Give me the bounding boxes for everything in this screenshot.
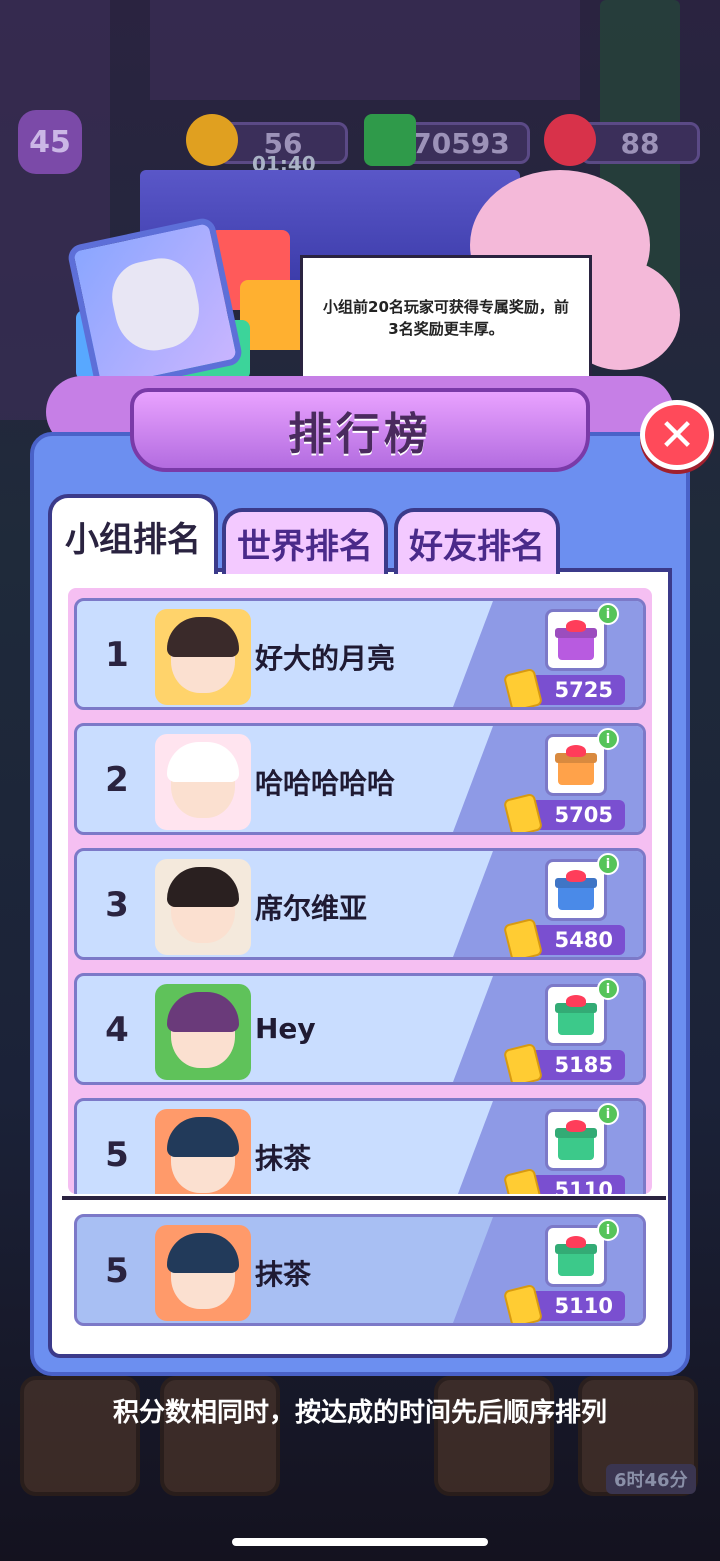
gift-icon — [554, 620, 598, 660]
gem-counter[interactable]: 88 — [580, 122, 700, 164]
player-name: 抹茶 — [255, 1142, 312, 1175]
player-name: 抹茶 — [255, 1258, 312, 1291]
home-indicator — [232, 1538, 488, 1546]
tie-rule-note: 积分数相同时，按达成的时间先后顺序排列 — [112, 1398, 607, 1428]
player-avatar[interactable] — [155, 1225, 251, 1321]
avatar-hair — [167, 867, 239, 907]
rank-number: 3 — [105, 885, 129, 925]
ranking-row[interactable]: 3 席尔维亚 i 5480 — [74, 848, 646, 960]
ranking-tabs: 小组排名 世界排名 好友排名 — [48, 494, 668, 574]
gift-icon — [554, 1236, 598, 1276]
rank-number: 5 — [105, 1135, 129, 1175]
tab-group-ranking[interactable]: 小组排名 — [48, 494, 218, 574]
player-avatar[interactable] — [155, 859, 251, 955]
character-portrait-card — [66, 216, 244, 394]
player-name: 席尔维亚 — [255, 892, 368, 925]
player-avatar[interactable] — [155, 609, 251, 705]
player-avatar[interactable] — [155, 734, 251, 830]
player-name: 哈哈哈哈哈 — [255, 767, 396, 800]
list-divider — [62, 1196, 666, 1200]
cash-value: 70593 — [412, 126, 510, 160]
ranking-list[interactable]: 1 好大的月亮 i 5725 2 哈哈哈哈哈 i 5705 3 席尔维亚 i 5480 4 Hey i 518… — [68, 588, 652, 1194]
ranking-row[interactable]: 4 Hey i 5185 — [74, 973, 646, 1085]
reward-tip-text: 小组前20名玩家可获得专属奖励，前3名奖励更丰厚。 — [323, 298, 569, 338]
background-building — [150, 0, 580, 100]
gift-bow — [566, 995, 586, 1007]
gift-bow — [566, 1120, 586, 1132]
gift-icon — [554, 1120, 598, 1160]
info-icon[interactable]: i — [597, 728, 619, 750]
page-title: 排行榜 — [130, 388, 590, 472]
info-icon[interactable]: i — [597, 978, 619, 1000]
cash-stack-icon — [364, 114, 416, 166]
gift-icon — [554, 870, 598, 910]
my-ranking-row-container: 5 抹茶 i 5110 — [68, 1214, 652, 1336]
ranking-row[interactable]: 5 抹茶 i 5110 — [74, 1098, 646, 1194]
event-countdown: 6时46分 — [606, 1464, 696, 1494]
rank-number: 1 — [105, 635, 129, 675]
my-ranking-row[interactable]: 5 抹茶 i 5110 — [74, 1214, 646, 1326]
ranking-row[interactable]: 1 好大的月亮 i 5725 — [74, 598, 646, 710]
tab-world-ranking[interactable]: 世界排名 — [222, 508, 388, 574]
avatar-hair — [167, 1233, 239, 1273]
gift-bow — [566, 745, 586, 757]
rank-number: 5 — [105, 1251, 129, 1291]
gift-bow — [566, 620, 586, 632]
close-button[interactable]: ✕ — [640, 400, 714, 470]
avatar-hair — [167, 992, 239, 1032]
rank-number: 2 — [105, 760, 129, 800]
ruby-icon — [544, 114, 596, 166]
player-avatar[interactable] — [155, 984, 251, 1080]
tab-friend-ranking[interactable]: 好友排名 — [394, 508, 560, 574]
avatar-hair — [167, 742, 239, 782]
lightning-icon — [186, 114, 238, 166]
rank-number: 4 — [105, 1010, 129, 1050]
gem-value: 88 — [620, 126, 660, 160]
gift-bow — [566, 1236, 586, 1248]
avatar-hair — [167, 1117, 239, 1157]
player-name: Hey — [255, 1012, 316, 1045]
gift-bow — [566, 870, 586, 882]
info-icon[interactable]: i — [597, 1219, 619, 1241]
player-avatar[interactable] — [155, 1109, 251, 1194]
ranking-list-container: 1 好大的月亮 i 5725 2 哈哈哈哈哈 i 5705 3 席尔维亚 i 5480 4 Hey i 518… — [48, 568, 672, 1358]
info-icon[interactable]: i — [597, 603, 619, 625]
ranking-row[interactable]: 2 哈哈哈哈哈 i 5705 — [74, 723, 646, 835]
info-icon[interactable]: i — [597, 1103, 619, 1125]
info-icon[interactable]: i — [597, 853, 619, 875]
reward-tip-box: 小组前20名玩家可获得专属奖励，前3名奖励更丰厚。 — [300, 255, 592, 381]
player-name: 好大的月亮 — [255, 642, 396, 675]
gift-icon — [554, 995, 598, 1035]
character-face — [105, 252, 207, 358]
avatar-hair — [167, 617, 239, 657]
gift-icon — [554, 745, 598, 785]
